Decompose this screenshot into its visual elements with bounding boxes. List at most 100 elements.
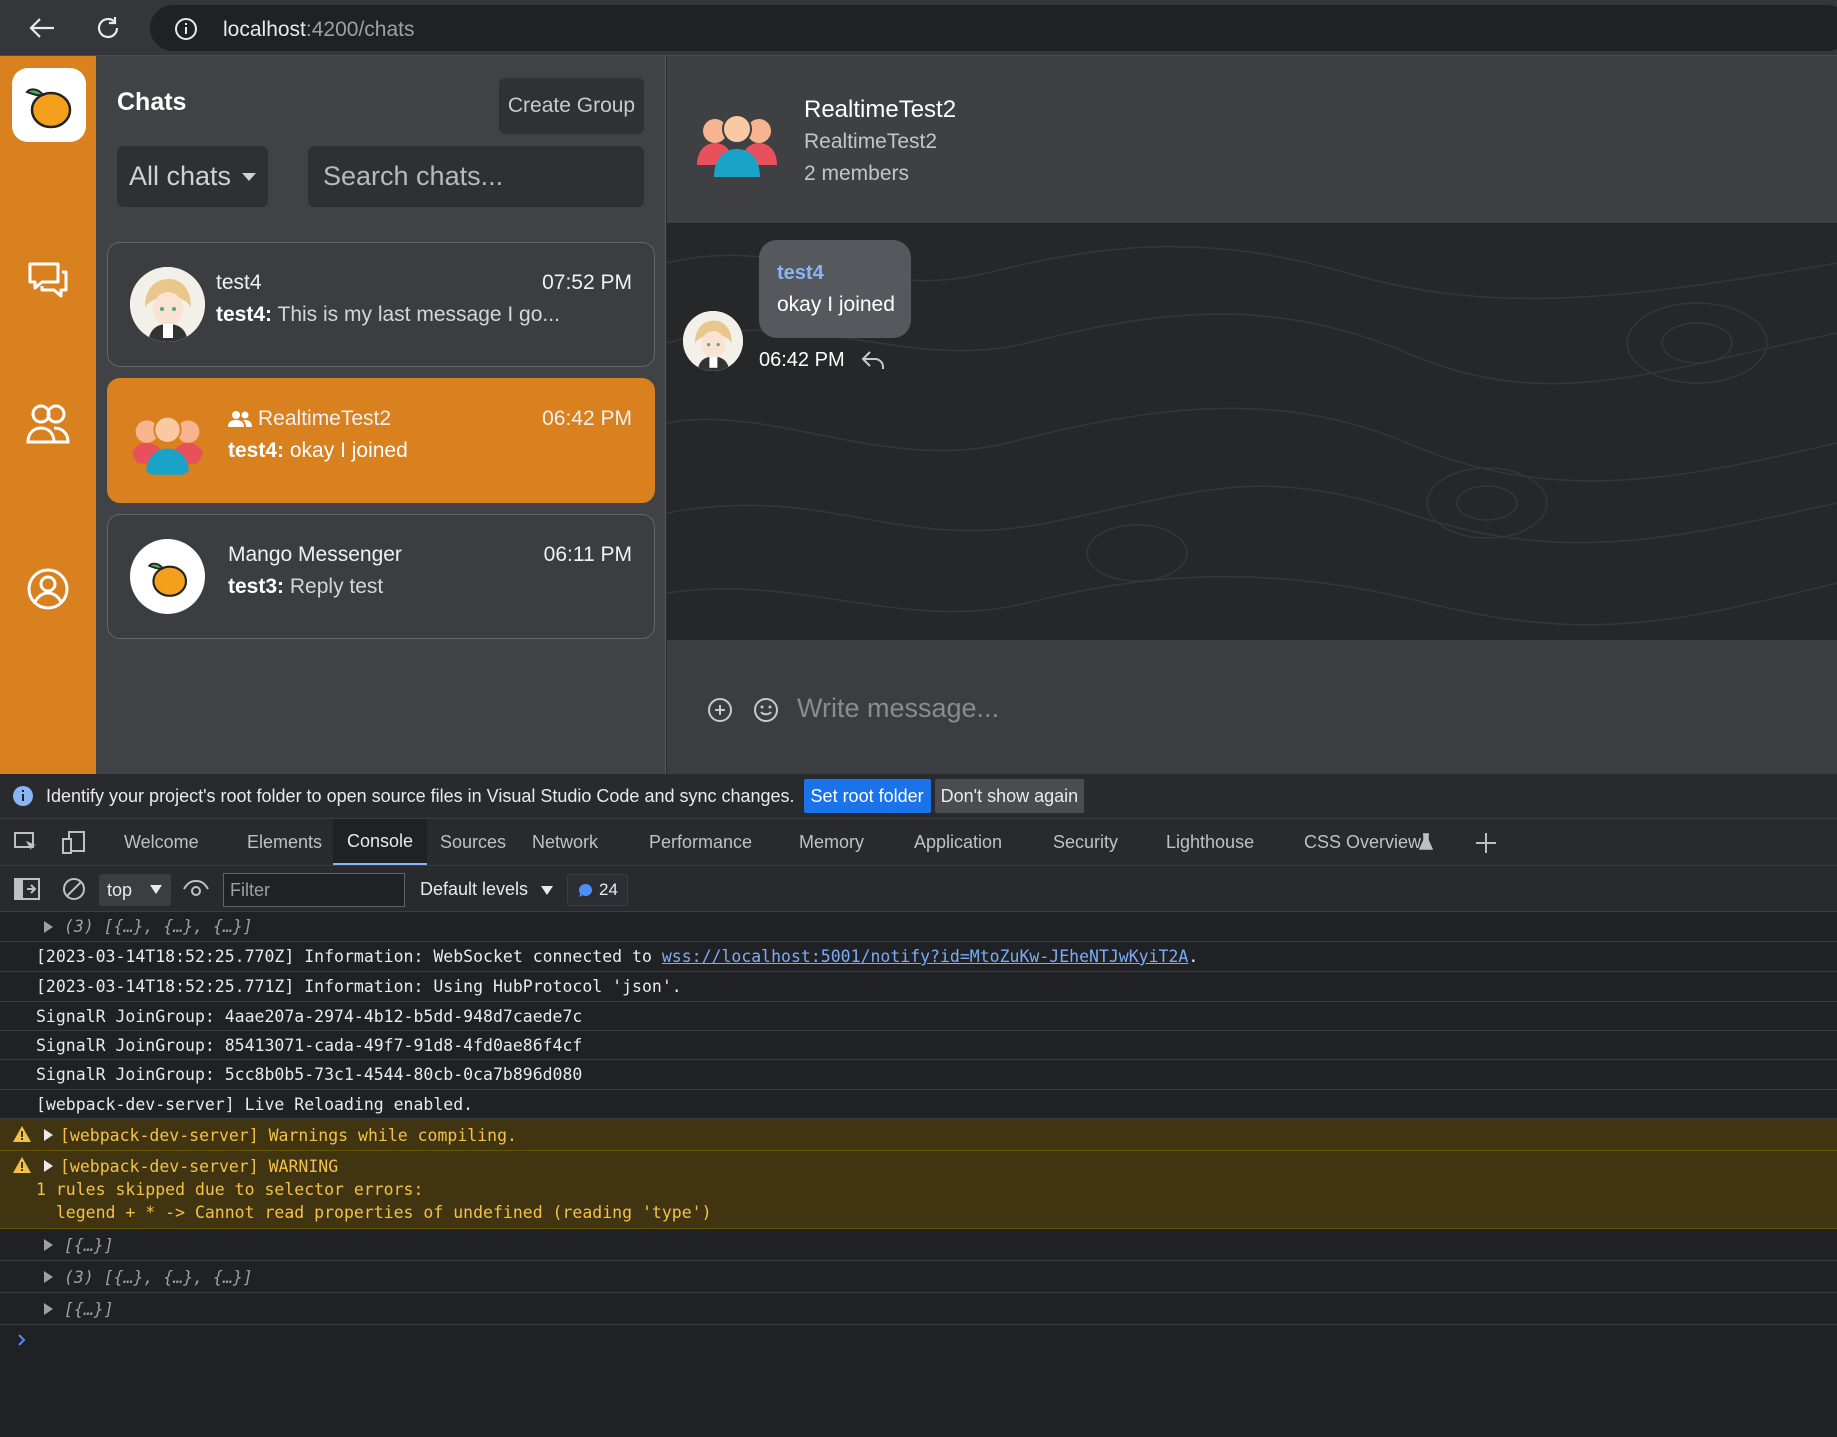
set-root-folder-button[interactable]: Set root folder <box>803 779 931 813</box>
chat-app: Chats Create Group All chats test4 07:52… <box>0 56 1837 774</box>
console-filter-input[interactable] <box>223 873 405 907</box>
prompt-chevron-icon <box>18 1334 26 1346</box>
devtools-tab-memory[interactable]: Memory <box>799 819 864 865</box>
console-warning[interactable]: [webpack-dev-server] Warnings while comp… <box>0 1119 1837 1151</box>
message-bubble[interactable]: test4 okay I joined <box>759 240 911 338</box>
reload-icon[interactable] <box>90 10 126 46</box>
message-bubble-icon <box>579 883 593 897</box>
chats-nav-icon[interactable] <box>23 256 73 306</box>
device-toolbar-icon[interactable] <box>62 831 86 855</box>
console-line[interactable]: [{…}] <box>0 1229 1837 1261</box>
infobar-text: Identify your project's root folder to o… <box>46 785 795 806</box>
console-line: [2023-03-14T18:52:25.770Z] Information: … <box>0 942 1837 972</box>
chat-filter-value: All chats <box>129 161 232 191</box>
console-output: (3) [{…}, {…}, {…}] [2023-03-14T18:52:25… <box>0 912 1837 1437</box>
devtools-tab-sources[interactable]: Sources <box>440 819 506 865</box>
clear-console-icon[interactable] <box>62 877 86 901</box>
expand-triangle-icon[interactable] <box>44 1129 53 1141</box>
devtools-tab-console[interactable]: Console <box>333 819 428 865</box>
add-attachment-icon[interactable] <box>707 697 733 723</box>
message-author[interactable]: test4 <box>777 262 824 285</box>
console-line[interactable]: (3) [{…}, {…}, {…}] <box>0 1261 1837 1293</box>
devtools-panel: Identify your project's root folder to o… <box>0 774 1837 1437</box>
console-prompt[interactable] <box>0 1325 1837 1355</box>
chat-filter-select[interactable]: All chats <box>117 146 268 207</box>
console-line: [2023-03-14T18:52:25.771Z] Information: … <box>0 972 1837 1002</box>
search-chats-input[interactable] <box>308 146 644 207</box>
chat-list-item[interactable]: Mango Messenger 06:11 PM test3: Reply te… <box>107 514 655 639</box>
contacts-nav-icon[interactable] <box>23 398 73 448</box>
site-info-icon[interactable] <box>174 17 198 41</box>
dont-show-again-button[interactable]: Don't show again <box>934 779 1085 813</box>
devtools-tab-application[interactable]: Application <box>914 819 1002 865</box>
back-icon[interactable] <box>24 10 60 46</box>
devtools-tab-lighthouse[interactable]: Lighthouse <box>1166 819 1254 865</box>
warning-icon <box>13 1157 31 1173</box>
sidebar-toggle-icon[interactable] <box>14 878 40 900</box>
devtools-tab-security[interactable]: Security <box>1053 819 1118 865</box>
preview-text: okay I joined <box>289 439 408 462</box>
preview-sender: test3: <box>228 575 285 598</box>
message-time: 06:42 PM <box>759 349 845 371</box>
create-group-button[interactable]: Create Group <box>499 78 644 134</box>
conversation-subtitle: RealtimeTest2 <box>804 130 938 153</box>
expand-triangle-icon[interactable] <box>44 1271 53 1283</box>
message-count-badge[interactable]: 24 <box>567 874 628 906</box>
console-line: SignalR JoinGroup: 4aae207a-2974-4b12-b5… <box>0 1002 1837 1031</box>
chat-time: 06:11 PM <box>543 543 632 566</box>
expand-triangle-icon[interactable] <box>44 921 53 933</box>
chat-time: 06:42 PM <box>542 407 632 430</box>
preview-text: This is my last message I go... <box>277 303 560 326</box>
avatar <box>130 267 205 342</box>
console-line: [webpack-dev-server] Live Reloading enab… <box>0 1090 1837 1119</box>
inspect-element-icon[interactable] <box>14 832 38 854</box>
chat-name: Mango Messenger <box>228 543 402 566</box>
chat-name: test4 <box>216 271 262 294</box>
avatar[interactable] <box>683 311 743 371</box>
preview-sender: test4: <box>216 303 273 326</box>
console-line: SignalR JoinGroup: 85413071-cada-49f7-91… <box>0 1031 1837 1060</box>
devtools-tab-performance[interactable]: Performance <box>649 819 752 865</box>
mango-avatar <box>130 539 205 614</box>
conversation-title: RealtimeTest2 <box>804 96 957 123</box>
message-input[interactable] <box>797 686 1697 730</box>
group-avatar <box>130 403 205 478</box>
console-line[interactable]: (3) [{…}, {…}, {…}] <box>0 912 1837 942</box>
conversation-header: RealtimeTest2 RealtimeTest2 2 members <box>667 56 1837 223</box>
member-count: 2 members <box>804 162 910 185</box>
preview-text: Reply test <box>289 575 384 598</box>
group-avatar <box>697 101 777 181</box>
chat-list-item[interactable]: test4 07:52 PM test4: This is my last me… <box>107 242 655 367</box>
devtools-tab-network[interactable]: Network <box>532 819 598 865</box>
add-tab-icon[interactable] <box>1474 831 1498 855</box>
reply-icon[interactable] <box>860 349 886 371</box>
console-warning[interactable]: [webpack-dev-server] WARNING 1 rules ski… <box>0 1151 1837 1229</box>
expand-triangle-icon[interactable] <box>44 1239 53 1251</box>
devtools-tabbar: Welcome Elements Console Sources Network… <box>0 819 1837 866</box>
chat-preview: test3: Reply test <box>228 575 383 599</box>
message-count: 24 <box>599 880 618 899</box>
console-line[interactable]: [{…}] <box>0 1293 1837 1325</box>
expand-triangle-icon[interactable] <box>44 1160 53 1172</box>
mango-logo[interactable] <box>12 68 86 142</box>
expand-triangle-icon[interactable] <box>44 1303 53 1315</box>
profile-nav-icon[interactable] <box>23 564 73 614</box>
context-select[interactable]: top <box>99 874 171 906</box>
message-text: okay I joined <box>777 293 895 316</box>
emoji-icon[interactable] <box>753 697 779 723</box>
address-bar[interactable]: localhost:4200/chats <box>150 5 1837 51</box>
caret-down-icon <box>242 173 256 181</box>
devtools-tab-css-overview[interactable]: CSS Overview <box>1304 819 1421 865</box>
log-levels-select[interactable]: Default levels <box>420 879 554 900</box>
message-composer <box>667 640 1837 774</box>
devtools-tab-elements[interactable]: Elements <box>247 819 322 865</box>
caret-down-icon <box>541 886 554 895</box>
chat-preview: test4: This is my last message I go... <box>216 303 560 327</box>
websocket-url-link[interactable]: wss://localhost:5001/notify?id=MtoZuKw-J… <box>662 947 1189 966</box>
chat-preview: test4: okay I joined <box>228 439 408 463</box>
chat-list-item-active[interactable]: RealtimeTest2 06:42 PM test4: okay I joi… <box>107 378 655 503</box>
devtools-tab-welcome[interactable]: Welcome <box>124 819 199 865</box>
nav-rail <box>0 56 96 774</box>
live-expression-eye-icon[interactable] <box>183 879 209 899</box>
url-text: localhost:4200/chats <box>223 18 415 41</box>
